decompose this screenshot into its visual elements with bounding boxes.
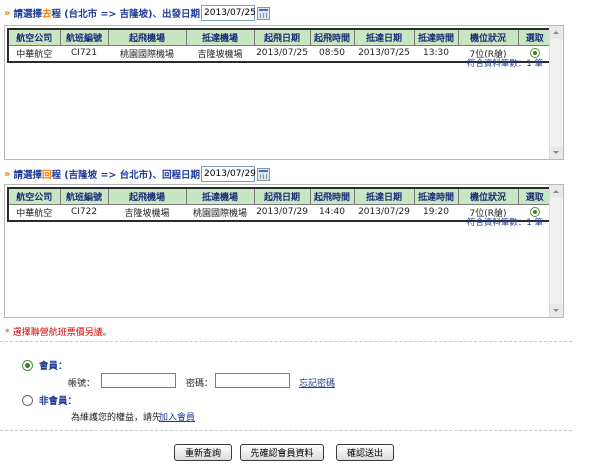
scroll-up-icon[interactable] bbox=[550, 26, 563, 39]
member-radio[interactable] bbox=[22, 359, 33, 371]
airline-cell: 中華航空 bbox=[7, 204, 60, 221]
inbound-flight-panel: 航空公司 航班編號 起飛機場 抵達機場 起飛日期 起飛時間 抵達日期 抵達時間 … bbox=[4, 184, 564, 318]
scroll-down-icon[interactable] bbox=[550, 146, 563, 159]
inbound-date-input[interactable]: 2013/07/29 bbox=[201, 166, 256, 182]
table-header-row: 航空公司 航班編號 起飛機場 抵達機場 起飛日期 起飛時間 抵達日期 抵達時間 … bbox=[7, 187, 553, 205]
flight-no-cell: CI722 bbox=[59, 204, 108, 221]
col-airline: 航空公司 bbox=[7, 28, 61, 46]
inbound-scrollbar[interactable] bbox=[549, 185, 563, 317]
arr-time-cell: 19:20 bbox=[413, 204, 458, 221]
col-dep-time: 起飛時間 bbox=[309, 187, 355, 205]
col-arr-airport: 抵達機場 bbox=[185, 187, 255, 205]
scroll-down-icon[interactable] bbox=[550, 304, 563, 317]
flight-no-cell: CI721 bbox=[59, 45, 108, 62]
outbound-header: » 請選擇去程 (台北市 => 吉隆坡)、出發日期 2013/07/25 bbox=[4, 4, 271, 22]
member-label: 會員： bbox=[39, 361, 68, 372]
calendar-icon[interactable] bbox=[257, 6, 271, 20]
password-label: 密碼： bbox=[186, 379, 214, 389]
forgot-password-link[interactable]: 忘記密碼 bbox=[299, 376, 335, 389]
col-dep-date: 起飛日期 bbox=[253, 187, 311, 205]
col-select: 選取 bbox=[517, 28, 553, 46]
confirm-member-button[interactable]: 先確認會員資料 bbox=[240, 444, 324, 461]
outbound-date-input[interactable]: 2013/07/25 bbox=[201, 5, 256, 21]
member-option[interactable]: 會員： bbox=[22, 358, 68, 372]
col-arr-date: 抵達日期 bbox=[353, 28, 415, 46]
calendar-icon[interactable] bbox=[257, 167, 271, 181]
col-arr-time: 抵達時間 bbox=[413, 28, 459, 46]
account-input[interactable] bbox=[101, 373, 176, 388]
join-member-link[interactable]: 加入會員 bbox=[159, 410, 195, 423]
divider bbox=[0, 341, 572, 342]
col-flight-no: 航班編號 bbox=[59, 187, 109, 205]
col-arr-date: 抵達日期 bbox=[353, 187, 415, 205]
nonmember-label: 非會員： bbox=[39, 396, 78, 407]
divider bbox=[0, 430, 572, 431]
col-seat-status: 機位狀況 bbox=[457, 28, 519, 46]
nonmember-hint: 為維護您的權益，請先 bbox=[71, 413, 162, 423]
codeshare-note: * 選擇聯營航班票價另議。 bbox=[5, 328, 112, 338]
dep-airport-cell: 桃園國際機場 bbox=[107, 45, 186, 62]
col-airline: 航空公司 bbox=[7, 187, 61, 205]
table-header-row: 航空公司 航班編號 起飛機場 抵達機場 起飛日期 起飛時間 抵達日期 抵達時間 … bbox=[7, 28, 553, 46]
outbound-scrollbar[interactable] bbox=[549, 26, 563, 159]
scroll-up-icon[interactable] bbox=[550, 185, 563, 198]
nonmember-radio[interactable] bbox=[22, 394, 33, 406]
arr-airport-cell: 吉隆坡機場 bbox=[185, 45, 254, 62]
col-flight-no: 航班編號 bbox=[59, 28, 109, 46]
inbound-title: 請選擇回程 (吉隆坡 => 台北市)、回程日期 bbox=[13, 170, 201, 181]
submit-button[interactable]: 確認送出 bbox=[336, 444, 394, 461]
arr-date-cell: 2013/07/29 bbox=[353, 204, 414, 221]
inbound-header: » 請選擇回程 (吉隆坡 => 台北市)、回程日期 2013/07/29 bbox=[4, 165, 271, 183]
outbound-flight-panel: 航空公司 航班編號 起飛機場 抵達機場 起飛日期 起飛時間 抵達日期 抵達時間 … bbox=[4, 25, 564, 160]
requery-button[interactable]: 重新查詢 bbox=[174, 444, 232, 461]
double-arrow-icon: » bbox=[4, 168, 11, 180]
arr-time-cell: 13:30 bbox=[413, 45, 458, 62]
dep-date-cell: 2013/07/29 bbox=[253, 204, 310, 221]
col-dep-airport: 起飛機場 bbox=[107, 28, 187, 46]
asterisk-icon: * bbox=[5, 328, 10, 338]
col-arr-time: 抵達時間 bbox=[413, 187, 459, 205]
airline-cell: 中華航空 bbox=[7, 45, 60, 62]
col-dep-date: 起飛日期 bbox=[253, 28, 311, 46]
dep-airport-cell: 吉隆坡機場 bbox=[107, 204, 186, 221]
password-input[interactable] bbox=[215, 373, 290, 388]
dep-time-cell: 08:50 bbox=[309, 45, 354, 62]
outbound-title: 請選擇去程 (台北市 => 吉隆坡)、出發日期 bbox=[13, 9, 201, 20]
inbound-result-count: 符合資料筆數：1 筆 bbox=[466, 218, 543, 228]
account-label: 帳號： bbox=[68, 379, 96, 389]
col-dep-airport: 起飛機場 bbox=[107, 187, 187, 205]
double-arrow-icon: » bbox=[4, 7, 11, 19]
col-dep-time: 起飛時間 bbox=[309, 28, 355, 46]
col-select: 選取 bbox=[517, 187, 553, 205]
col-arr-airport: 抵達機場 bbox=[185, 28, 255, 46]
outbound-result-count: 符合資料筆數：1 筆 bbox=[466, 59, 543, 69]
dep-time-cell: 14:40 bbox=[309, 204, 354, 221]
dep-date-cell: 2013/07/25 bbox=[253, 45, 310, 62]
nonmember-option[interactable]: 非會員： bbox=[22, 393, 77, 407]
col-seat-status: 機位狀況 bbox=[457, 187, 519, 205]
arr-date-cell: 2013/07/25 bbox=[353, 45, 414, 62]
arr-airport-cell: 桃園國際機場 bbox=[185, 204, 254, 221]
